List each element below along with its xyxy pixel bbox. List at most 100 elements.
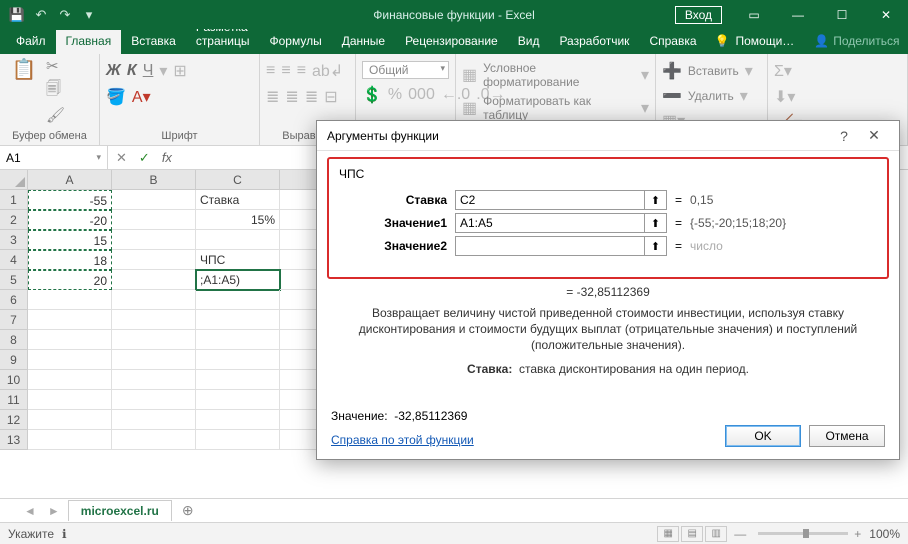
- cell[interactable]: [112, 290, 196, 310]
- format-as-table-button[interactable]: ▦Форматировать как таблицу▾: [462, 94, 649, 122]
- format-painter-icon[interactable]: 🖌: [46, 106, 65, 124]
- cell[interactable]: [112, 230, 196, 250]
- select-all-corner[interactable]: [0, 170, 28, 190]
- view-pagebreak-icon[interactable]: ▥: [705, 526, 727, 542]
- border-icon[interactable]: ⊞: [173, 61, 186, 81]
- row-header[interactable]: 2: [0, 210, 28, 230]
- accept-formula-icon[interactable]: ✓: [139, 150, 150, 166]
- row-header[interactable]: 12: [0, 410, 28, 430]
- cancel-formula-icon[interactable]: ✕: [116, 150, 127, 166]
- cell-c1[interactable]: Ставка: [196, 190, 280, 210]
- row-header[interactable]: 9: [0, 350, 28, 370]
- zoom-out-icon[interactable]: —: [734, 527, 746, 541]
- tab-help[interactable]: Справка: [639, 30, 706, 54]
- col-header-b[interactable]: B: [112, 170, 196, 190]
- cell-a5[interactable]: 20: [28, 270, 112, 290]
- insert-cells-button[interactable]: ➕Вставить▾: [662, 61, 761, 81]
- cell[interactable]: [28, 350, 112, 370]
- cell[interactable]: [196, 410, 280, 430]
- row-header[interactable]: 3: [0, 230, 28, 250]
- tab-formulas[interactable]: Формулы: [259, 30, 331, 54]
- cell-a4[interactable]: 18: [28, 250, 112, 270]
- cell-a1[interactable]: -55: [28, 190, 112, 210]
- col-header-a[interactable]: A: [28, 170, 112, 190]
- view-normal-icon[interactable]: ▦: [657, 526, 679, 542]
- cell[interactable]: [196, 430, 280, 450]
- col-header-c[interactable]: C: [196, 170, 280, 190]
- cell[interactable]: [28, 410, 112, 430]
- fill-icon[interactable]: ⬇▾: [774, 87, 795, 107]
- arg-value2-input[interactable]: [455, 236, 645, 256]
- tab-developer[interactable]: Разработчик: [549, 30, 639, 54]
- sheet-nav-prev-icon[interactable]: ◄: [20, 504, 40, 518]
- close-icon[interactable]: ✕: [864, 0, 908, 29]
- cell[interactable]: [112, 270, 196, 290]
- cell[interactable]: [112, 430, 196, 450]
- row-header[interactable]: 1: [0, 190, 28, 210]
- cell[interactable]: [28, 430, 112, 450]
- row-header[interactable]: 13: [0, 430, 28, 450]
- cut-icon[interactable]: ✂: [46, 57, 65, 75]
- ribbon-options-icon[interactable]: ▭: [732, 0, 776, 29]
- cell[interactable]: [28, 390, 112, 410]
- dialog-help-icon[interactable]: ?: [829, 128, 859, 144]
- dialog-close-icon[interactable]: ✕: [859, 127, 889, 144]
- cell-c5[interactable]: ;A1:A5): [196, 270, 280, 290]
- row-header[interactable]: 5: [0, 270, 28, 290]
- cell[interactable]: [112, 370, 196, 390]
- cell[interactable]: [196, 330, 280, 350]
- row-header[interactable]: 4: [0, 250, 28, 270]
- tab-review[interactable]: Рецензирование: [395, 30, 508, 54]
- collapse-dialog-icon[interactable]: ⬆: [645, 190, 667, 210]
- accessibility-icon[interactable]: ℹ: [62, 527, 67, 541]
- cell[interactable]: [28, 370, 112, 390]
- tell-me[interactable]: 💡Помощи…: [707, 34, 803, 54]
- save-icon[interactable]: 💾: [6, 4, 28, 26]
- row-header[interactable]: 7: [0, 310, 28, 330]
- number-format-select[interactable]: Общий: [362, 61, 449, 79]
- cell[interactable]: [196, 390, 280, 410]
- cell[interactable]: [112, 390, 196, 410]
- maximize-icon[interactable]: ☐: [820, 0, 864, 29]
- cell[interactable]: [112, 330, 196, 350]
- cell-c2[interactable]: 15%: [196, 210, 280, 230]
- cell-a2[interactable]: -20: [28, 210, 112, 230]
- autosum-icon[interactable]: Σ▾: [774, 61, 792, 81]
- view-layout-icon[interactable]: ▤: [681, 526, 703, 542]
- sheet-tab-active[interactable]: microexcel.ru: [68, 500, 172, 521]
- percent-icon[interactable]: %: [388, 86, 402, 104]
- tab-home[interactable]: Главная: [56, 30, 122, 54]
- fill-color-icon[interactable]: 🪣: [106, 87, 126, 107]
- arg-rate-input[interactable]: [455, 190, 645, 210]
- cell[interactable]: [112, 310, 196, 330]
- zoom-slider[interactable]: [758, 532, 848, 535]
- qat-more-icon[interactable]: ▾: [78, 4, 100, 26]
- cell-c4[interactable]: ЧПС: [196, 250, 280, 270]
- cell[interactable]: [196, 350, 280, 370]
- row-header[interactable]: 10: [0, 370, 28, 390]
- tab-view[interactable]: Вид: [508, 30, 550, 54]
- cell[interactable]: [112, 350, 196, 370]
- add-sheet-icon[interactable]: ⊕: [176, 502, 200, 519]
- cell[interactable]: [28, 290, 112, 310]
- copy-icon[interactable]: 🗐: [46, 78, 65, 103]
- function-help-link[interactable]: Справка по этой функции: [331, 433, 474, 447]
- cancel-button[interactable]: Отмена: [809, 425, 885, 447]
- tab-insert[interactable]: Вставка: [121, 30, 186, 54]
- cell[interactable]: [28, 330, 112, 350]
- cell[interactable]: [112, 190, 196, 210]
- row-header[interactable]: 6: [0, 290, 28, 310]
- cell[interactable]: [112, 410, 196, 430]
- tab-file[interactable]: Файл: [6, 30, 56, 54]
- redo-icon[interactable]: ↷: [54, 4, 76, 26]
- conditional-formatting-button[interactable]: ▦Условное форматирование▾: [462, 61, 649, 89]
- cell[interactable]: [28, 310, 112, 330]
- undo-icon[interactable]: ↶: [30, 4, 52, 26]
- minimize-icon[interactable]: —: [776, 0, 820, 29]
- cell[interactable]: [112, 210, 196, 230]
- cell[interactable]: [196, 310, 280, 330]
- name-box[interactable]: A1: [0, 146, 108, 169]
- fx-icon[interactable]: fx: [162, 150, 172, 165]
- cell[interactable]: [196, 230, 280, 250]
- ok-button[interactable]: OK: [725, 425, 801, 447]
